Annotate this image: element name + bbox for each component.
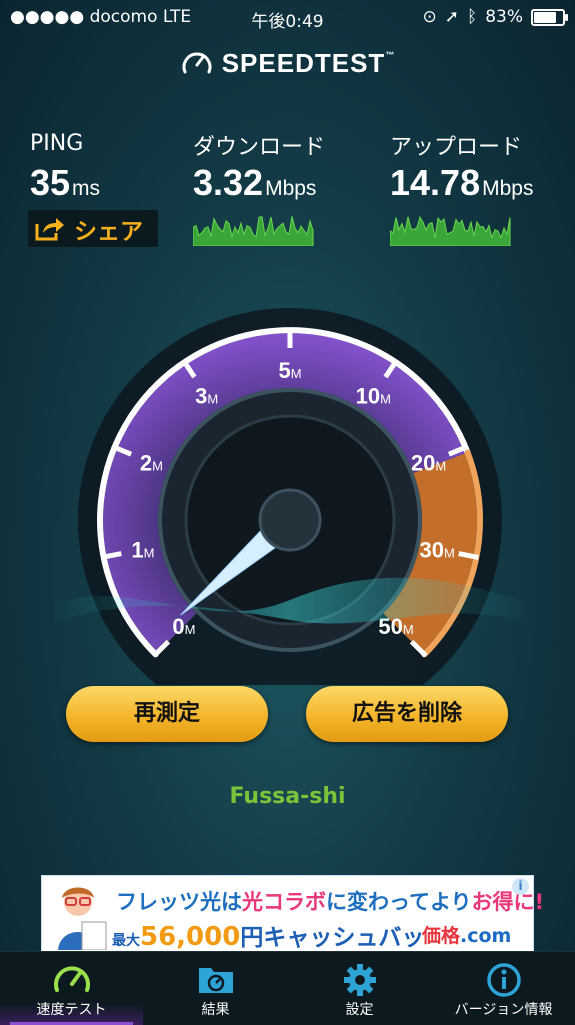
tab-about[interactable]: バージョン情報: [432, 952, 575, 1025]
upload-unit: Mbps: [482, 177, 534, 200]
ping-label: PING: [30, 131, 84, 156]
ad-subline: 最大56,000円キャッシュバック: [112, 918, 447, 952]
ad-brand: 価格.com: [422, 921, 512, 948]
ad-mascot-icon: [58, 887, 107, 950]
location-icon: ➚: [444, 7, 459, 27]
ad-brand-b: .com: [460, 925, 512, 947]
download-label: ダウンロード: [193, 135, 326, 160]
download-value: 3.32: [193, 162, 264, 203]
gear-icon: [343, 964, 376, 996]
tab-bar: 速度テスト 結果 設定 バージョン情報: [0, 951, 575, 1025]
info-icon: [486, 963, 521, 997]
tab-label: 設定: [345, 1002, 374, 1018]
ad-text-3: に変わってより: [326, 890, 472, 914]
ad-text-2: 光コラボ: [242, 890, 326, 914]
ad-brand-a: 価格: [422, 925, 461, 947]
ad-headline: フレッツ光は光コラボに変わってよりお得に!: [116, 886, 544, 916]
upload-result: 14.78Mbps: [390, 162, 533, 204]
share-icon: [35, 217, 64, 240]
server-location: Fussa-shi: [229, 784, 346, 809]
app-title: SPEEDTEST™: [0, 48, 575, 79]
folder-icon: [198, 968, 233, 993]
share-label: シェア: [74, 218, 143, 245]
ad-text-5: 最大: [112, 933, 140, 949]
download-result: 3.32Mbps: [193, 162, 316, 204]
tab-label: 結果: [201, 1002, 230, 1018]
gauge-hub: [258, 488, 322, 552]
upload-sparkline: [390, 215, 511, 246]
remove-ads-button[interactable]: 広告を削除: [306, 686, 508, 742]
ad-text-6: 円キャッシュバック: [240, 925, 448, 951]
ad-banner[interactable]: フレッツ光は光コラボに変わってよりお得に! 最大56,000円キャッシュバック …: [41, 875, 544, 953]
upload-value: 14.78: [390, 162, 481, 203]
upload-label: アップロード: [390, 135, 523, 160]
status-bar: ●●●●● docomo LTE 午後0:49 ⊙ ➚ ᛒ 83%: [0, 0, 575, 34]
share-button[interactable]: シェア: [28, 210, 158, 247]
ad-text-4: お得に!: [471, 890, 545, 914]
ping-unit: ms: [72, 177, 101, 200]
ad-text-1: フレッツ光は: [116, 890, 242, 914]
status-right: ⊙ ➚ ᛒ 83%: [422, 7, 568, 27]
rotation-lock-icon: ⊙: [422, 7, 437, 27]
ad-amount: 56,000: [140, 922, 241, 952]
tab-settings[interactable]: 設定: [288, 952, 431, 1025]
battery-icon: [531, 8, 568, 26]
brand-name: SPEEDTEST: [221, 48, 386, 78]
battery-percent: 83%: [485, 7, 523, 27]
brand-trademark: ™: [385, 50, 396, 60]
ad-info-button[interactable]: i: [512, 878, 529, 895]
ping-value: 35: [30, 162, 71, 203]
tab-label: バージョン情報: [454, 1002, 553, 1018]
ping-result: 35ms: [30, 162, 100, 204]
speedtest-logo-icon: [182, 52, 212, 74]
retest-button[interactable]: 再測定: [66, 686, 268, 742]
gauge-icon: [53, 966, 90, 992]
speed-gauge: 0M1M2M3M5M10M20M30M50M: [55, 308, 525, 685]
download-unit: Mbps: [265, 177, 317, 200]
tab-label: 速度テスト: [36, 1002, 107, 1018]
tab-results[interactable]: 結果: [144, 952, 287, 1025]
bluetooth-icon: ᛒ: [467, 7, 478, 27]
tab-speed-test[interactable]: 速度テスト: [0, 952, 143, 1025]
download-sparkline: [193, 216, 314, 246]
